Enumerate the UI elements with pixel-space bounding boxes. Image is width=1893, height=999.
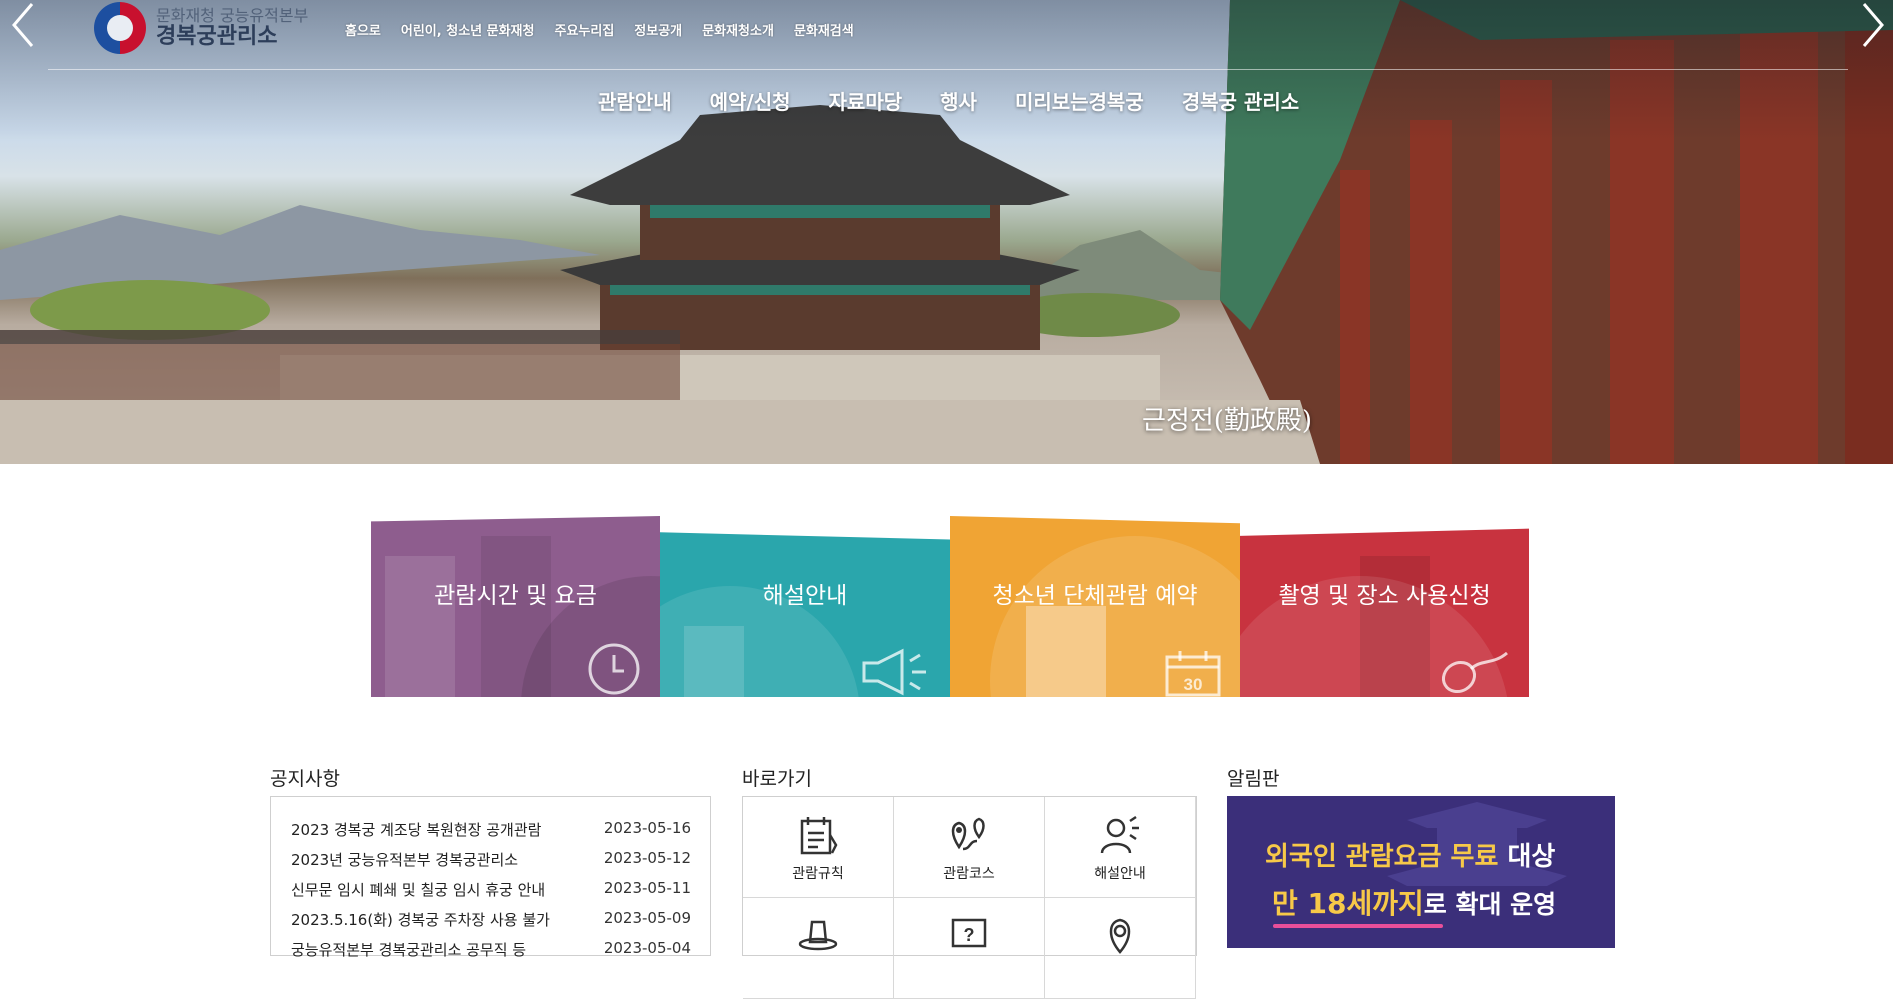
hero-caption: 근정전(勤政殿) (1142, 406, 1313, 436)
board-banner[interactable]: 외국인 관람요금 무료 대상 만 18세까지로 확대 운영 (1227, 796, 1615, 948)
board-title: 알림판 (1227, 768, 1280, 790)
location-pin-icon (1109, 918, 1131, 954)
notice-item-title: 2023.5.16(화) 경복궁 주차장 사용 불가 (291, 911, 550, 929)
nav-item-resources[interactable]: 자료마당 (829, 86, 903, 115)
main-nav: 관람안내 예약/신청 자료마당 행사 미리보는경복궁 경복궁 관리소 (598, 86, 1299, 115)
hero-slider: 문화재청 궁능유적본부 경복궁관리소 홈으로 어린이, 청소년 문화재청 주요누… (0, 0, 1893, 464)
question-icon: ? (951, 918, 987, 948)
tile-guide[interactable]: 해설안내 (660, 532, 950, 697)
quick-link-rules[interactable]: 관람규칙 (743, 797, 894, 898)
notice-title: 공지사항 (270, 768, 340, 790)
megaphone-icon (862, 648, 926, 696)
nav-item-preview[interactable]: 미리보는경복궁 (1015, 86, 1144, 115)
quick-link-label: 관람규칙 (792, 866, 844, 882)
tile-filming-application[interactable]: 촬영 및 장소 사용신청 (1240, 528, 1529, 697)
guide-person-icon (1100, 815, 1139, 854)
banner-line-2-rest: 로 확대 운영 (1423, 890, 1557, 919)
banner-line-1-rest: 대상 (1498, 842, 1556, 872)
notice-item-date: 2023-05-16 (603, 819, 691, 837)
notice-item[interactable]: 2023년 궁능유적본부 경복궁관리소 2023-05-12 (291, 849, 691, 870)
nav-item-visit[interactable]: 관람안내 (598, 86, 672, 115)
quick-link-5[interactable]: ? (894, 898, 1045, 999)
notice-item[interactable]: 궁능유적본부 경복궁관리소 공무직 등 2023-05-04 (291, 939, 691, 960)
notice-item-date: 2023-05-12 (603, 849, 691, 867)
quick-link-course[interactable]: 관람코스 (894, 797, 1045, 898)
util-link-about[interactable]: 문화재청소개 (702, 20, 774, 39)
calendar-icon: 30 (1165, 651, 1221, 697)
notice-item-title: 2023년 궁능유적본부 경복궁관리소 (291, 851, 519, 869)
tile-youth-reservation[interactable]: 청소년 단체관람 예약 30 (950, 516, 1240, 697)
banner-line-2-highlight: 만 18세까지 (1272, 887, 1424, 920)
tile-label: 청소년 단체관람 예약 (992, 583, 1198, 609)
utility-nav: 홈으로 어린이, 청소년 문화재청 주요누리집 정보공개 문화재청소개 문화재검… (345, 20, 854, 39)
util-link-sites[interactable]: 주요누리집 (554, 20, 614, 39)
tile-hours-fees[interactable]: 관람시간 및 요금 (371, 516, 660, 697)
header-divider (48, 69, 1848, 70)
notice-item[interactable]: 2023.5.16(화) 경복궁 주차장 사용 불가 2023-05-09 (291, 909, 691, 930)
banner-line-1: 외국인 관람요금 무료 대상 (1265, 836, 1555, 873)
quick-link-guide[interactable]: 해설안내 (1045, 797, 1196, 898)
tile-label: 관람시간 및 요금 (434, 583, 597, 609)
course-map-icon (951, 817, 985, 851)
util-link-info[interactable]: 정보공개 (634, 20, 682, 39)
banner-line-1-highlight: 외국인 관람요금 무료 (1265, 842, 1499, 872)
quick-link-6[interactable] (1045, 898, 1196, 999)
nav-item-reserve[interactable]: 예약/신청 (710, 86, 791, 115)
tile-label: 촬영 및 장소 사용신청 (1278, 583, 1491, 609)
tile-label: 해설안내 (762, 583, 848, 609)
quick-link-4[interactable] (743, 898, 894, 999)
util-link-home[interactable]: 홈으로 (345, 20, 381, 39)
rules-icon (800, 817, 838, 855)
banner-underline (1273, 924, 1443, 928)
util-link-search[interactable]: 문화재검색 (794, 20, 854, 39)
notice-item-date: 2023-05-04 (603, 939, 691, 957)
banner-line-2: 만 18세까지로 확대 운영 (1272, 882, 1556, 922)
notice-list: 2023 경복궁 계조당 복원현장 공개관람 2023-05-16 2023년 … (270, 796, 711, 959)
notice-item-date: 2023-05-09 (603, 909, 691, 927)
nav-item-office[interactable]: 경복궁 관리소 (1182, 86, 1299, 115)
notice-item-title: 궁능유적본부 경복궁관리소 공무직 등 (291, 941, 527, 959)
clock-icon (588, 643, 640, 695)
quick-title: 바로가기 (742, 768, 812, 790)
mouse-icon (1441, 651, 1508, 694)
quick-tiles: 관람시간 및 요금 해설안내 청소년 단체관람 예약 30 촬영 및 장소 사용… (371, 516, 1529, 697)
logo-org-name: 경복궁관리소 (156, 23, 278, 49)
slider-prev-icon[interactable] (8, 0, 38, 50)
quick-link-label: 해설안내 (1094, 866, 1146, 882)
notice-item-title: 신무문 임시 폐쇄 및 칠궁 임시 휴궁 안내 (291, 881, 546, 899)
quick-links: 관람규칙 관람코스 해설안내 ? (742, 796, 1197, 999)
notice-item[interactable]: 2023 경복궁 계조당 복원현장 공개관람 2023-05-16 (291, 819, 691, 840)
slider-next-icon[interactable] (1858, 0, 1888, 50)
svg-text:?: ? (964, 925, 975, 945)
notice-item-date: 2023-05-11 (603, 879, 691, 897)
hat-icon (798, 920, 838, 951)
taegeuk-emblem-icon (94, 2, 146, 54)
logo-org-top: 문화재청 궁능유적본부 (156, 6, 309, 26)
notice-item-title: 2023 경복궁 계조당 복원현장 공개관람 (291, 821, 542, 839)
nav-item-events[interactable]: 행사 (940, 86, 977, 115)
util-link-kids[interactable]: 어린이, 청소년 문화재청 (401, 20, 535, 39)
site-logo[interactable]: 문화재청 궁능유적본부 경복궁관리소 (94, 2, 308, 54)
svg-text:30: 30 (1184, 675, 1203, 694)
notice-item[interactable]: 신무문 임시 폐쇄 및 칠궁 임시 휴궁 안내 2023-05-11 (291, 879, 691, 900)
quick-link-label: 관람코스 (943, 866, 995, 882)
